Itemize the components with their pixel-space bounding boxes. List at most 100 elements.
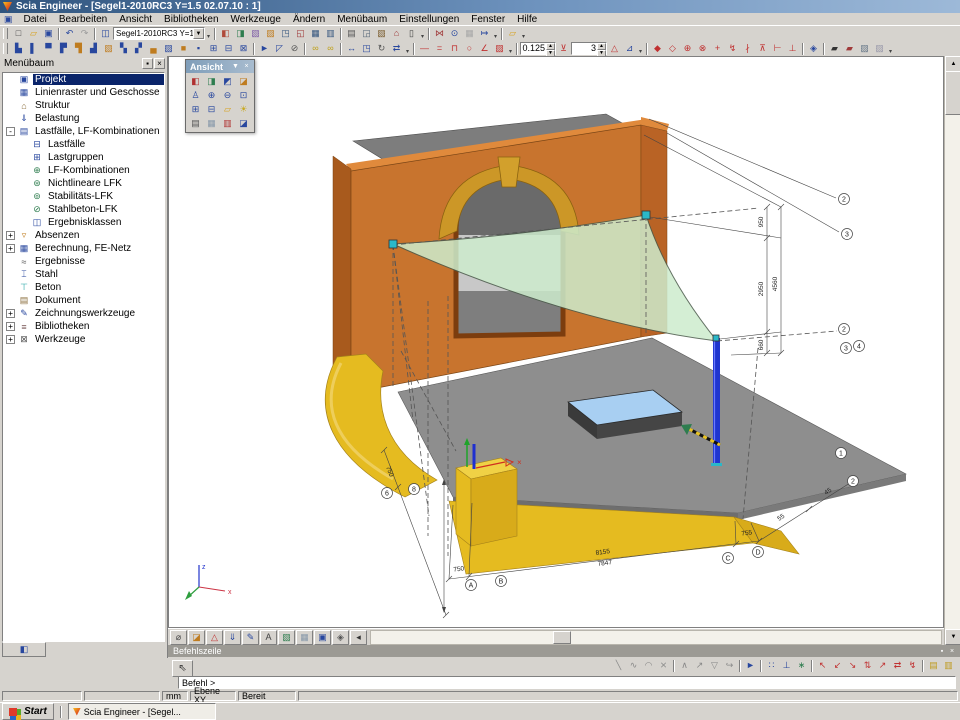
break-member-icon[interactable]: ⊢ [770, 42, 785, 55]
menu-werkzeuge[interactable]: Werkzeuge [225, 13, 287, 26]
render-options-icon[interactable]: ▧ [278, 630, 295, 645]
toolbar-handle[interactable] [3, 43, 8, 54]
light-toggle-icon[interactable]: ☀ [236, 103, 251, 116]
start-button[interactable]: Start [2, 703, 54, 720]
clip-box-icon[interactable]: ▥ [220, 117, 235, 130]
model-canvas[interactable]: 950 2950 660 4560 750 8155 7847 755 [169, 57, 944, 628]
page-setup-icon[interactable]: ▯ [404, 27, 419, 40]
color-palette-icon[interactable]: ▦ [296, 630, 313, 645]
opening-tool-icon[interactable]: ▜ [71, 42, 86, 55]
send-view-icon[interactable]: ▦ [204, 117, 219, 130]
dot-grid-icon[interactable]: ∷ [764, 659, 779, 672]
member-display-icon[interactable]: ◇ [665, 42, 680, 55]
tree-toggle-icon[interactable]: + [6, 309, 15, 318]
grid-step-spinner-up-icon[interactable]: ▲ [597, 43, 606, 50]
view-palette-header[interactable]: Ansicht ▼ × [186, 60, 254, 73]
image-export-icon[interactable]: ▧ [248, 27, 263, 40]
close-command-panel-icon[interactable]: × [947, 648, 957, 655]
table-input-icon[interactable]: ▦ [308, 27, 323, 40]
zoom-out-icon[interactable]: ⊖ [220, 89, 235, 102]
document-library-icon[interactable]: ▧ [374, 27, 389, 40]
view-yz-icon[interactable]: ◩ [220, 75, 235, 88]
toolbar-overflow-icon[interactable]: ▾ [507, 42, 514, 55]
load-panel-tool-icon[interactable]: ▨ [161, 42, 176, 55]
moment-display-icon[interactable]: ↯ [725, 42, 740, 55]
zoom-previous-icon[interactable]: ⊟ [204, 103, 219, 116]
zoom-all-icon[interactable]: ♙ [188, 89, 203, 102]
toolbar-overflow-icon[interactable]: ▾ [520, 27, 527, 40]
render-filled-icon[interactable]: ▰ [827, 42, 842, 55]
slab-tool-icon[interactable]: ▛ [56, 42, 71, 55]
copy-view-icon[interactable]: ◳ [278, 27, 293, 40]
shell-tool-icon[interactable]: ▚ [116, 42, 131, 55]
menu-bibliotheken[interactable]: Bibliotheken [158, 13, 224, 26]
tree-toggle-icon[interactable]: + [6, 322, 15, 331]
print-icon[interactable]: ▤ [344, 27, 359, 40]
snap-line-icon[interactable]: ╲ [611, 659, 626, 672]
grid-step-spinner[interactable]: 3▲▼ [571, 42, 607, 55]
clipboard-icon[interactable]: ◧ [218, 27, 233, 40]
palette-close-icon[interactable]: × [241, 63, 252, 70]
wizard-icon[interactable]: ▨ [263, 27, 278, 40]
horizontal-scrollbar[interactable] [370, 630, 942, 645]
tree-toggle-icon[interactable]: + [6, 244, 15, 253]
draw-rectangle-icon[interactable]: ⊓ [447, 42, 462, 55]
menu-einstellungen[interactable]: Einstellungen [393, 13, 465, 26]
tree-item-struktur[interactable]: ⌂Struktur [3, 99, 164, 112]
mirror-icon[interactable]: ⇄ [389, 42, 404, 55]
view-palette[interactable]: Ansicht ▼ × ◧◨◩◪♙⊕⊖⊡⊞⊟▱☀▤▦▥◪ [185, 59, 255, 133]
line-grid-icon[interactable]: ⊥ [779, 659, 794, 672]
scale-spinner-up-icon[interactable]: ▲ [546, 43, 555, 50]
draw-parallel-icon[interactable]: = [432, 42, 447, 55]
scroll-up-icon[interactable]: ▲ [945, 56, 960, 72]
tree-item-werkzeuge[interactable]: +⊠Werkzeuge [3, 333, 164, 346]
snap-points-a-icon[interactable]: ∞ [308, 42, 323, 55]
view-xy-icon[interactable]: ◧ [188, 75, 203, 88]
new-project-icon[interactable]: □ [11, 27, 26, 40]
tree-item-stabilitäts-lfk[interactable]: ⊚Stabilitäts-LFK [3, 190, 164, 203]
menu-tree-bottom-tab[interactable]: ◧ [2, 642, 46, 657]
taskbar-task-button[interactable]: Scia Engineer - [Segel... [68, 703, 216, 720]
hinge-display-icon[interactable]: ⊗ [695, 42, 710, 55]
close-panel-button[interactable]: × [154, 58, 165, 69]
menu-hilfe[interactable]: Hilfe [511, 13, 543, 26]
support-display-icon[interactable]: ⊕ [680, 42, 695, 55]
snap-intersection-icon[interactable]: ⇅ [860, 659, 875, 672]
tree-item-lf-kombinationen[interactable]: ⊕LF-Kombinationen [3, 164, 164, 177]
tree-item-ergebnisklassen[interactable]: ◫Ergebnisklassen [3, 216, 164, 229]
tree-item-absenzen[interactable]: +▿Absenzen [3, 229, 164, 242]
redo-icon[interactable]: ↷ [77, 27, 92, 40]
scroll-down-icon[interactable]: ▼ [945, 629, 960, 645]
cross-link-tool-icon[interactable]: ⊠ [236, 42, 251, 55]
search-icon[interactable]: ⊙ [447, 27, 462, 40]
table-results-icon[interactable]: ▥ [323, 27, 338, 40]
tree-item-zeichnungswerkzeuge[interactable]: +✎Zeichnungswerkzeuge [3, 307, 164, 320]
shading-mode-icon[interactable]: ◪ [188, 630, 205, 645]
draw-angle-icon[interactable]: ∠ [477, 42, 492, 55]
view-parameters-icon[interactable]: ◪ [236, 117, 251, 130]
open-view-icon[interactable]: ▱ [220, 103, 235, 116]
snap-circle-icon[interactable]: ◠ [641, 659, 656, 672]
toolbar-handle[interactable] [3, 28, 8, 39]
snap-master-icon[interactable]: ∗ [794, 659, 809, 672]
palette-menu-icon[interactable]: ▼ [230, 63, 241, 70]
open-project-icon[interactable]: ▱ [26, 27, 41, 40]
pointer-mode-button[interactable]: ⇖ [172, 660, 193, 677]
tree-toggle-icon[interactable]: + [6, 231, 15, 240]
menu-men-baum[interactable]: Menübaum [331, 13, 393, 26]
snap-off-icon[interactable]: ⨯ [656, 659, 671, 672]
snap-plane-icon[interactable]: ▽ [707, 659, 722, 672]
layer-manager-b-icon[interactable]: ▨ [872, 42, 887, 55]
model-viewport[interactable]: 950 2950 660 4560 750 8155 7847 755 [168, 56, 944, 628]
tree-item-linienraster-und-geschosse[interactable]: ▦Linienraster und Geschosse [3, 86, 164, 99]
tree-item-berechnung-fe-netz[interactable]: +▦Berechnung, FE-Netz [3, 242, 164, 255]
toolbar-overflow-icon[interactable]: ▾ [492, 27, 499, 40]
new-folder-icon[interactable]: ▱ [505, 27, 520, 40]
show-loads-icon[interactable]: ⇓ [224, 630, 241, 645]
tree-item-stahl[interactable]: ⌶Stahl [3, 268, 164, 281]
print-view-icon[interactable]: ▤ [188, 117, 203, 130]
command-input[interactable] [178, 676, 956, 689]
tree-item-dokument[interactable]: ▤Dokument [3, 294, 164, 307]
draw-circle-icon[interactable]: ○ [462, 42, 477, 55]
snap-direction-icon[interactable]: ↗ [692, 659, 707, 672]
